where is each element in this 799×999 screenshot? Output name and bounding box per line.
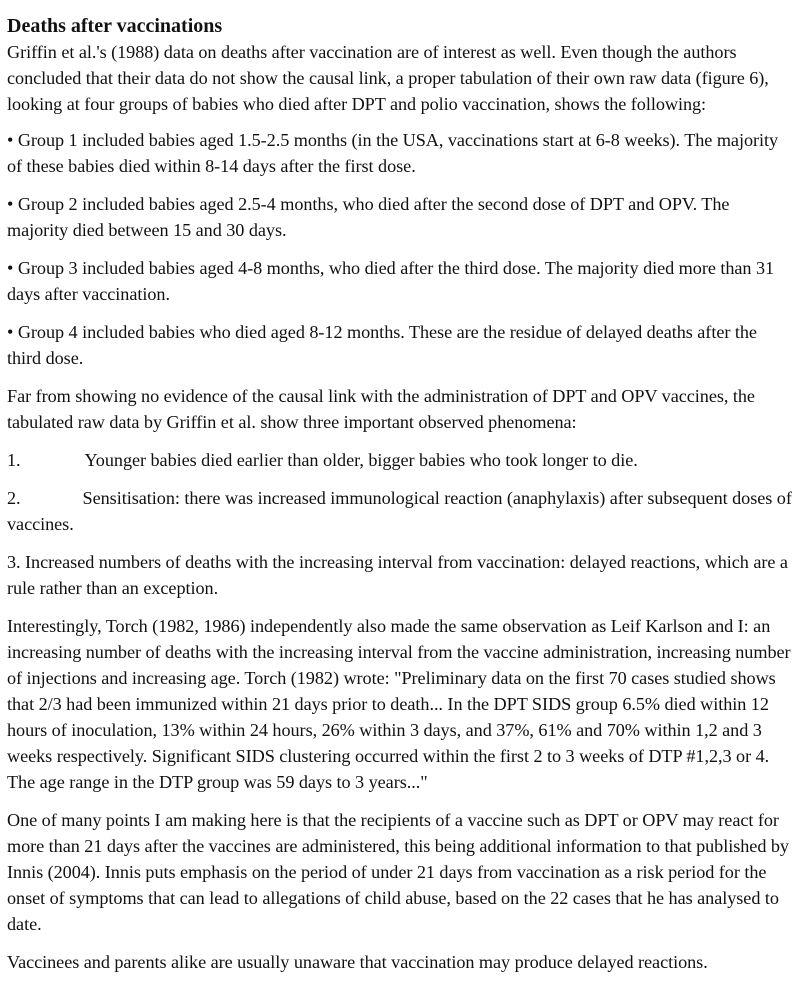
document-page: Deaths after vaccinations Griffin et al.… xyxy=(7,13,795,987)
phenomenon-number: 2. xyxy=(7,488,21,508)
phenomenon-text: Younger babies died earlier than older, … xyxy=(84,450,638,470)
far-from-paragraph: Far from showing no evidence of the caus… xyxy=(7,386,755,432)
one-of-many-paragraph: One of many points I am making here is t… xyxy=(7,810,789,934)
cut-off-line: Vaccinees and parents alike are usually … xyxy=(7,952,708,972)
intro-paragraph: Griffin et al.'s (1988) data on deaths a… xyxy=(7,42,769,114)
group-2-paragraph: • Group 2 included babies aged 2.5-4 mon… xyxy=(7,194,730,240)
phenomenon-text: Sensitisation: there was increased immun… xyxy=(7,488,792,534)
phenomenon-3: 3. Increased numbers of deaths with the … xyxy=(7,549,795,601)
group-1-paragraph: • Group 1 included babies aged 1.5-2.5 m… xyxy=(7,130,779,176)
phenomenon-number: 1. xyxy=(7,450,21,470)
phenomenon-1: 1. Younger babies died earlier than older… xyxy=(7,447,795,473)
group-3-paragraph: • Group 3 included babies aged 4-8 month… xyxy=(7,258,775,304)
torch-paragraph: Interestingly, Torch (1982, 1986) indepe… xyxy=(7,616,791,792)
group-4-paragraph: • Group 4 included babies who died aged … xyxy=(7,322,757,368)
phenomenon-2: 2. Sensitisation: there was increased imm… xyxy=(7,485,795,537)
phenomenon-text: 3. Increased numbers of deaths with the … xyxy=(7,552,788,598)
section-heading: Deaths after vaccinations xyxy=(7,15,223,37)
